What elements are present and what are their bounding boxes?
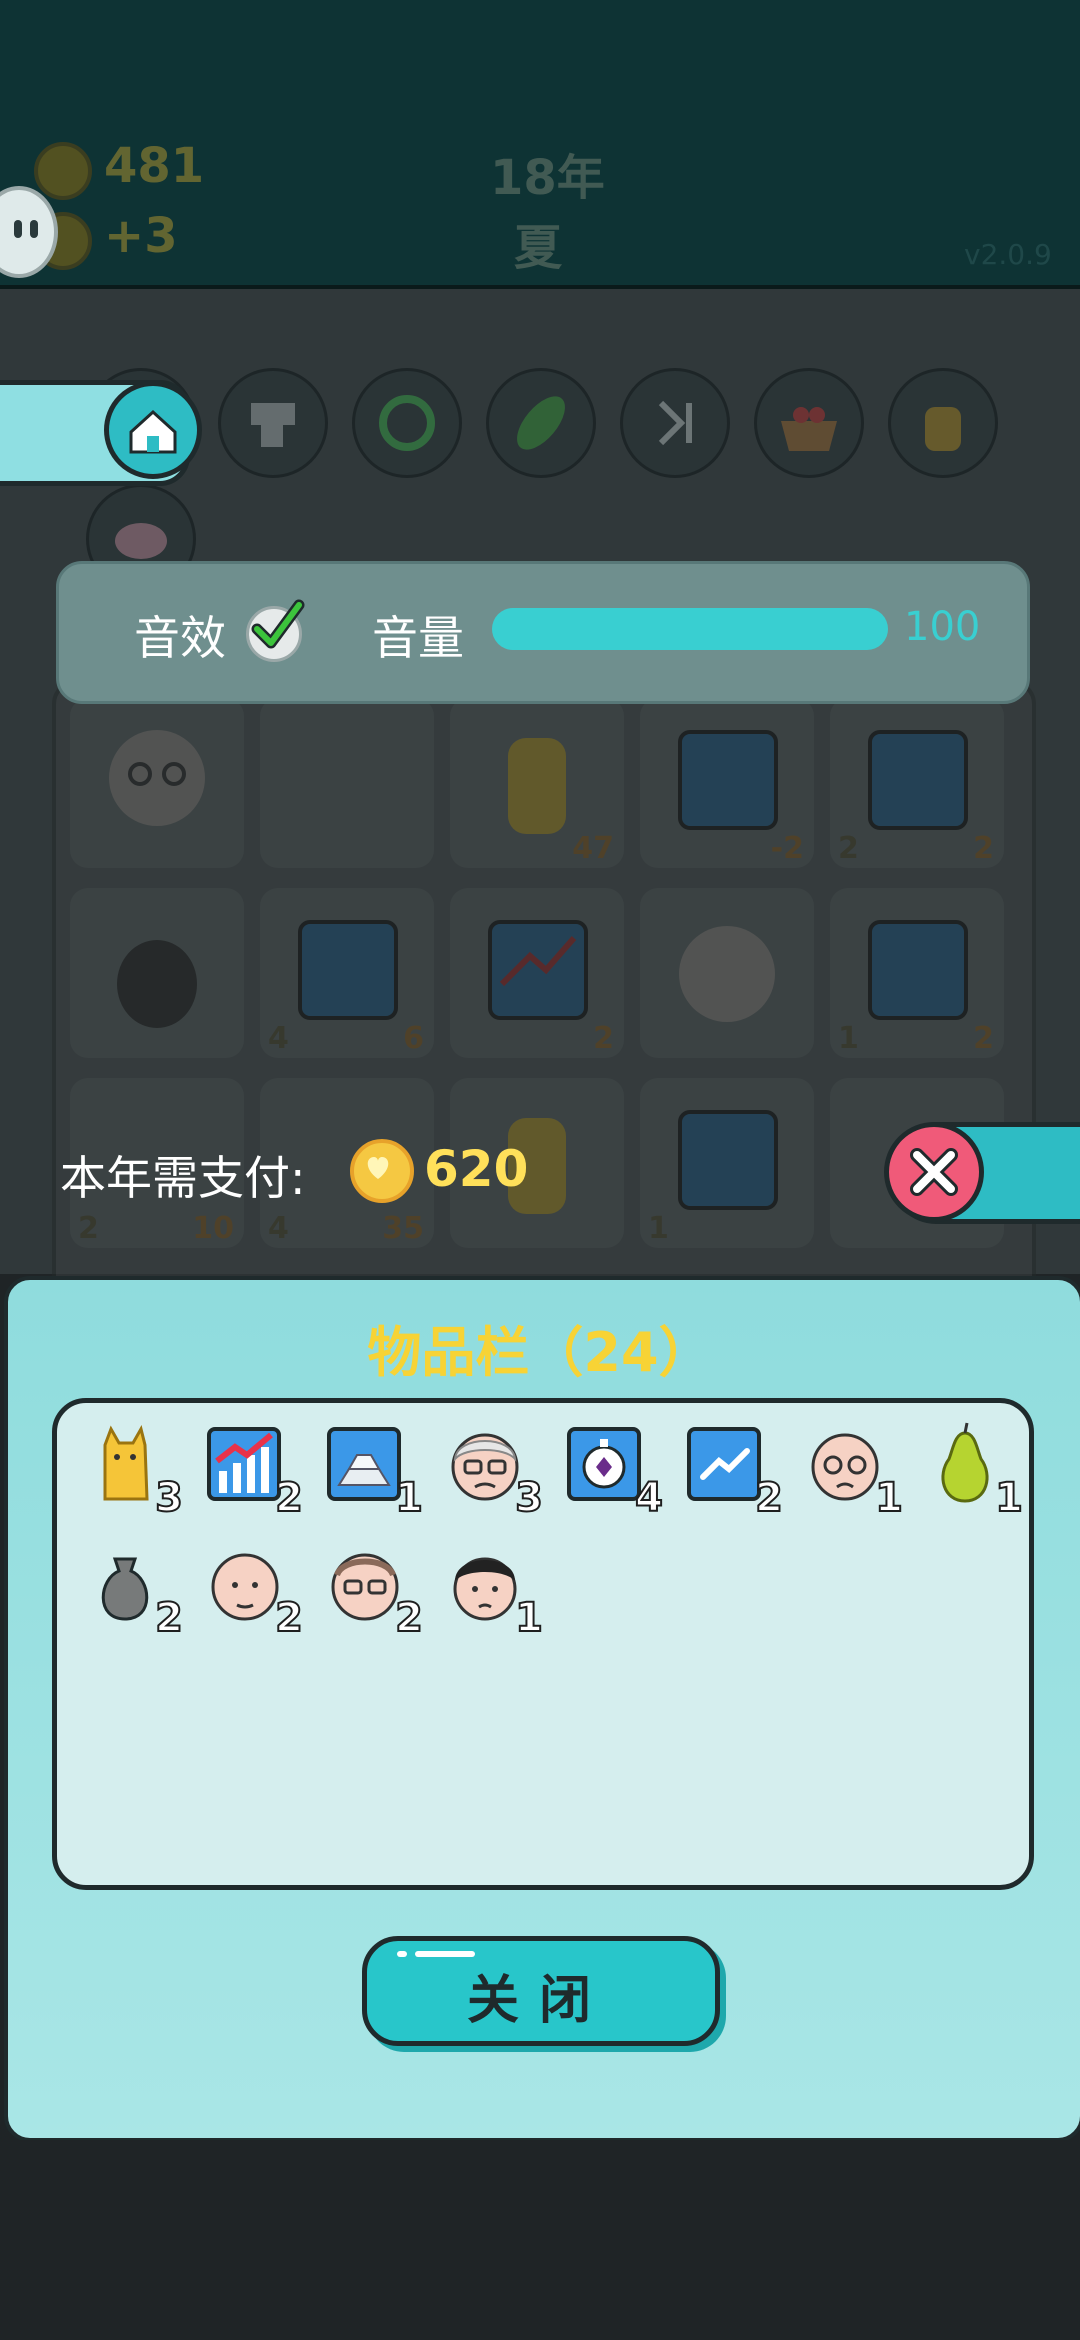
bald-man-icon: [679, 926, 775, 1022]
sound-effect-label: 音效: [134, 611, 226, 665]
shine-decoration: [397, 1951, 407, 1957]
inventory-item[interactable]: 1: [795, 1415, 904, 1522]
garbage-bag-icon: [117, 940, 197, 1028]
cat-icon: [925, 407, 961, 451]
basket-icon: [781, 407, 837, 451]
sound-effect-checkbox[interactable]: [246, 599, 305, 662]
coin-count: 481: [104, 138, 205, 194]
avatar-eye-icon: [14, 220, 22, 238]
tool-cat[interactable]: [888, 368, 998, 478]
inventory-item[interactable]: 3: [75, 1415, 184, 1522]
inventory-item[interactable]: 1: [435, 1535, 544, 1642]
tool-refresh[interactable]: [352, 368, 462, 478]
item-count: 2: [274, 1594, 304, 1642]
inventory-item[interactable]: 3: [435, 1415, 544, 1522]
board-cell[interactable]: 2: [450, 888, 624, 1058]
avatar-eye-icon: [30, 220, 38, 238]
board-cell[interactable]: 1 2: [830, 888, 1004, 1058]
cubes-icon: [251, 403, 295, 447]
dismiss-button[interactable]: [884, 1122, 984, 1222]
inventory-item[interactable]: 2: [315, 1535, 424, 1642]
top-status-bar: 481 +3 18年 夏 v2.0.9: [0, 0, 1080, 289]
item-count: 2: [754, 1474, 784, 1522]
item-count: 1: [874, 1474, 904, 1522]
heart-icon: [367, 1157, 389, 1179]
volume-slider[interactable]: [492, 608, 888, 650]
item-count: 4: [634, 1474, 664, 1522]
coin-icon: [350, 1139, 414, 1203]
board-cell[interactable]: [70, 888, 244, 1058]
tool-skip[interactable]: [620, 368, 730, 478]
item-count: 1: [994, 1474, 1024, 1522]
annual-payment-amount: 620: [424, 1140, 529, 1198]
board-cell[interactable]: -2: [640, 698, 814, 868]
check-icon: [251, 599, 305, 649]
tool-leaf[interactable]: [486, 368, 596, 478]
item-count: 1: [394, 1474, 424, 1522]
version-label: v2.0.9: [964, 238, 1052, 271]
item-count: 3: [154, 1474, 184, 1522]
item-count: 3: [514, 1474, 544, 1522]
refresh-icon: [379, 395, 435, 451]
season-label: 夏: [514, 220, 563, 276]
inventory-item[interactable]: 4: [555, 1415, 664, 1522]
close-button-label: 关闭: [466, 1971, 611, 2031]
close-icon: [910, 1148, 958, 1196]
inventory-item[interactable]: 1: [315, 1415, 424, 1522]
board-cell[interactable]: [640, 888, 814, 1058]
volume-label: 音量: [372, 611, 464, 665]
board-cell[interactable]: 4 6: [260, 888, 434, 1058]
inventory-item[interactable]: 1: [915, 1415, 1024, 1522]
skip-icon: [658, 400, 692, 446]
inventory-item[interactable]: 2: [195, 1415, 304, 1522]
item-count: 2: [394, 1594, 424, 1642]
tool-basket[interactable]: [754, 368, 864, 478]
home-icon: [129, 409, 177, 454]
year-label: 18年: [490, 150, 605, 206]
item-count: 2: [154, 1594, 184, 1642]
shine-decoration: [415, 1951, 475, 1957]
board-cell[interactable]: 1: [640, 1078, 814, 1248]
annual-payment-label: 本年需支付:: [60, 1151, 306, 1205]
leaf-icon: [517, 396, 565, 450]
item-count: 1: [514, 1594, 544, 1642]
inventory-item[interactable]: 2: [675, 1415, 784, 1522]
home-button[interactable]: [104, 381, 202, 479]
tool-cubes[interactable]: [218, 368, 328, 478]
coin-icon: [34, 142, 92, 200]
board-cell[interactable]: [70, 698, 244, 868]
inventory-grid: 3 2 1 3 4 2 1 1 2 2 2 1: [52, 1398, 1034, 1890]
bottom-area: [0, 2140, 1080, 2340]
board-cell[interactable]: [260, 698, 434, 868]
inventory-title: 物品栏（24）: [367, 1321, 713, 1384]
old-man-glasses-icon: [109, 730, 205, 826]
board-cell[interactable]: 2 2: [830, 698, 1004, 868]
inventory-item[interactable]: 2: [75, 1535, 184, 1642]
item-count: 2: [274, 1474, 304, 1522]
board-cell[interactable]: 47: [450, 698, 624, 868]
inventory-item[interactable]: 2: [195, 1535, 304, 1642]
volume-value: 100: [904, 604, 981, 650]
coin-delta: +3: [104, 208, 178, 264]
